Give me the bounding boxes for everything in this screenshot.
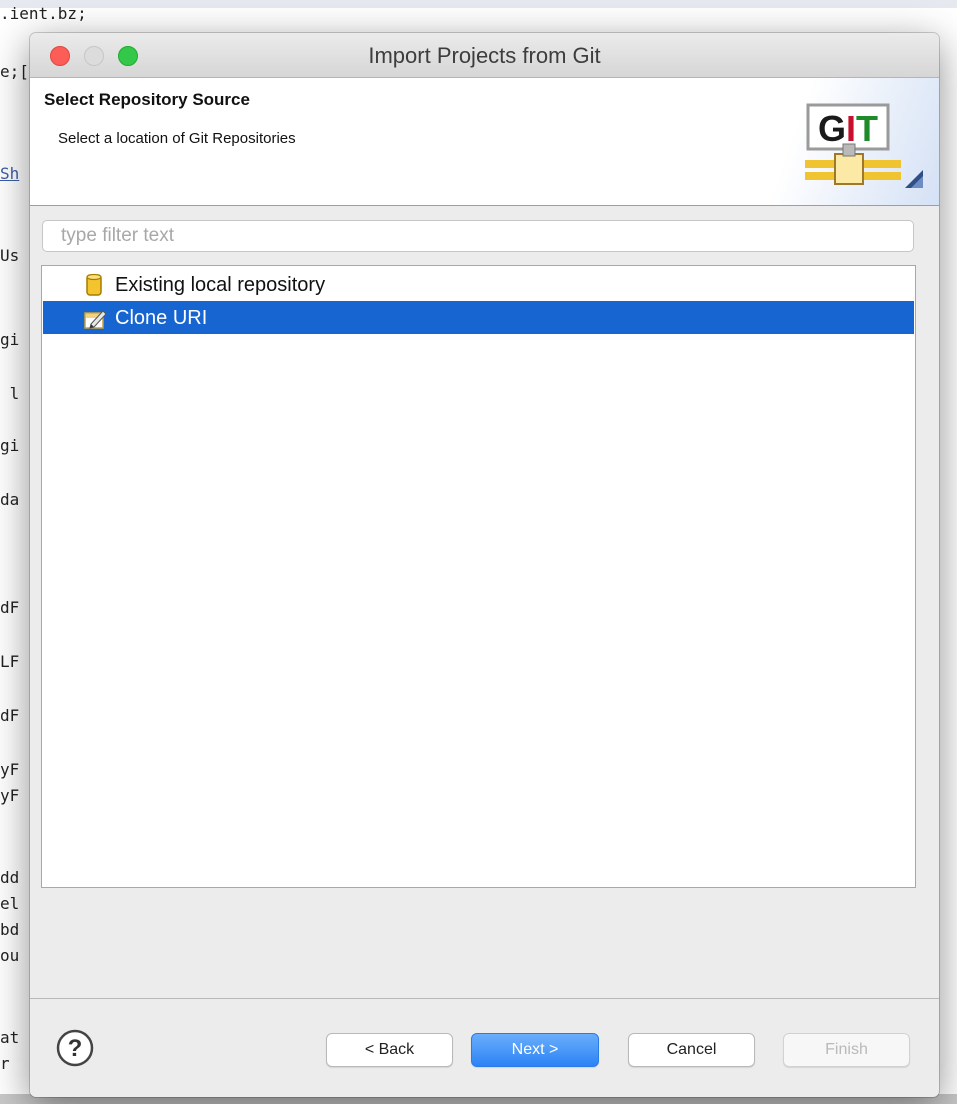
minimize-window-button[interactable] (84, 46, 104, 66)
git-logo-icon: GIT (805, 103, 923, 188)
code-line: LF (0, 652, 20, 671)
title-bar[interactable]: Import Projects from Git (30, 33, 939, 78)
tree-item-label: Clone URI (115, 307, 208, 329)
window-title: Import Projects from Git (368, 43, 601, 68)
code-line: l (0, 384, 20, 403)
wizard-header: Select Repository Source Select a locati… (30, 78, 939, 206)
code-line: da (0, 490, 20, 509)
code-link: Sh (0, 164, 20, 183)
close-window-button[interactable] (50, 46, 70, 66)
tree-item-clone-uri[interactable]: Clone URI (43, 301, 914, 334)
code-line: .ient.bz; (0, 4, 87, 23)
repository-source-tree[interactable]: Existing local repository Clone URI (41, 265, 916, 888)
editor-top-bar (0, 0, 957, 8)
code-line: gi (0, 436, 20, 455)
code-line: e;[ (0, 62, 29, 81)
code-line: ou (0, 946, 20, 965)
back-button[interactable]: < Back (326, 1033, 453, 1067)
code-line: yF (0, 786, 20, 805)
code-line: el (0, 894, 20, 913)
page-title: Select Repository Source (44, 90, 250, 109)
code-line: dF (0, 706, 20, 725)
code-line: yF (0, 760, 20, 779)
cancel-button[interactable]: Cancel (628, 1033, 755, 1067)
clone-uri-icon (84, 310, 107, 329)
svg-text:?: ? (68, 1035, 83, 1062)
tree-item-existing-local-repository[interactable]: Existing local repository (43, 268, 914, 301)
import-dialog: Import Projects from Git Select Reposito… (30, 33, 939, 1097)
maximize-window-button[interactable] (118, 46, 138, 66)
database-cylinder-icon (86, 273, 102, 296)
finish-button[interactable]: Finish (783, 1033, 910, 1067)
help-question-icon[interactable]: ? (56, 1029, 94, 1067)
tree-item-label: Existing local repository (115, 274, 326, 296)
code-line: dF (0, 598, 20, 617)
footer-separator (30, 998, 939, 999)
code-line: dd (0, 868, 20, 887)
svg-text:GIT: GIT (818, 108, 878, 149)
code-line: r (0, 1054, 10, 1073)
code-line: gi (0, 330, 20, 349)
code-line: at (0, 1028, 20, 1047)
code-line: bd (0, 920, 20, 939)
filter-input[interactable] (42, 220, 914, 252)
next-button[interactable]: Next > (471, 1033, 599, 1067)
page-description: Select a location of Git Repositories (58, 130, 296, 147)
code-line: Us (0, 246, 20, 265)
